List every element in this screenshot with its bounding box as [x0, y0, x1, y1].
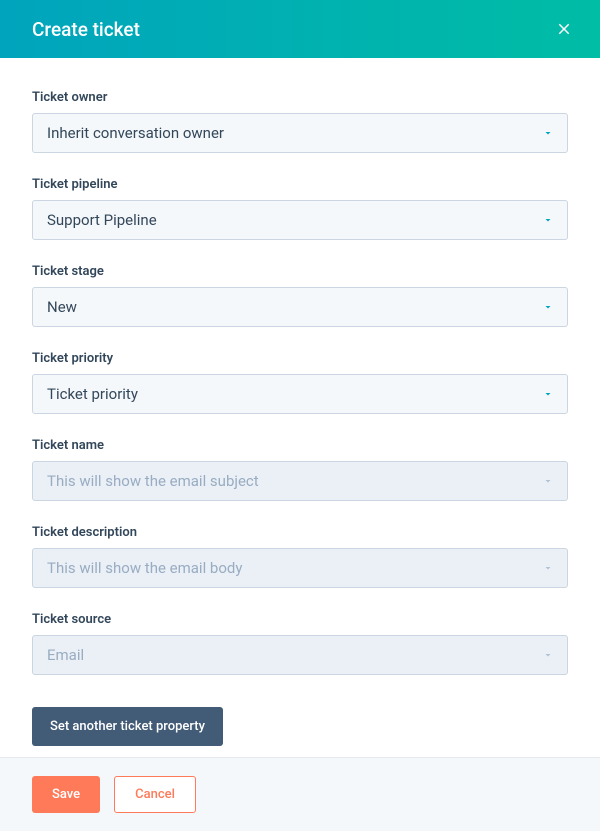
- label-ticket-source: Ticket source: [32, 612, 568, 627]
- select-ticket-source: Email: [32, 635, 568, 675]
- field-ticket-name: Ticket name This will show the email sub…: [32, 438, 568, 501]
- select-value: New: [47, 298, 77, 316]
- select-ticket-owner[interactable]: Inherit conversation owner: [32, 113, 568, 153]
- select-ticket-stage[interactable]: New: [32, 287, 568, 327]
- select-value: Ticket priority: [47, 385, 138, 403]
- form-body: Ticket owner Inherit conversation owner …: [0, 58, 600, 766]
- select-value: Email: [47, 646, 84, 664]
- select-ticket-pipeline[interactable]: Support Pipeline: [32, 200, 568, 240]
- select-ticket-name: This will show the email subject: [32, 461, 568, 501]
- label-ticket-name: Ticket name: [32, 438, 568, 453]
- label-ticket-priority: Ticket priority: [32, 351, 568, 366]
- dialog-title: Create ticket: [32, 18, 140, 41]
- label-ticket-pipeline: Ticket pipeline: [32, 177, 568, 192]
- field-ticket-description: Ticket description This will show the em…: [32, 525, 568, 588]
- cancel-button[interactable]: Cancel: [114, 776, 196, 813]
- field-ticket-priority: Ticket priority Ticket priority: [32, 351, 568, 414]
- field-ticket-owner: Ticket owner Inherit conversation owner: [32, 90, 568, 153]
- field-ticket-pipeline: Ticket pipeline Support Pipeline: [32, 177, 568, 240]
- select-value: Support Pipeline: [47, 211, 157, 229]
- label-ticket-stage: Ticket stage: [32, 264, 568, 279]
- dialog-footer: Save Cancel: [0, 757, 600, 831]
- field-ticket-stage: Ticket stage New: [32, 264, 568, 327]
- label-ticket-owner: Ticket owner: [32, 90, 568, 105]
- close-icon[interactable]: [552, 17, 576, 41]
- field-ticket-source: Ticket source Email: [32, 612, 568, 675]
- dialog-header: Create ticket: [0, 0, 600, 58]
- select-value: This will show the email subject: [47, 472, 259, 490]
- save-button[interactable]: Save: [32, 776, 100, 813]
- select-ticket-description: This will show the email body: [32, 548, 568, 588]
- select-value: Inherit conversation owner: [47, 124, 224, 142]
- set-another-property-button[interactable]: Set another ticket property: [32, 707, 223, 746]
- label-ticket-description: Ticket description: [32, 525, 568, 540]
- select-ticket-priority[interactable]: Ticket priority: [32, 374, 568, 414]
- select-value: This will show the email body: [47, 559, 242, 577]
